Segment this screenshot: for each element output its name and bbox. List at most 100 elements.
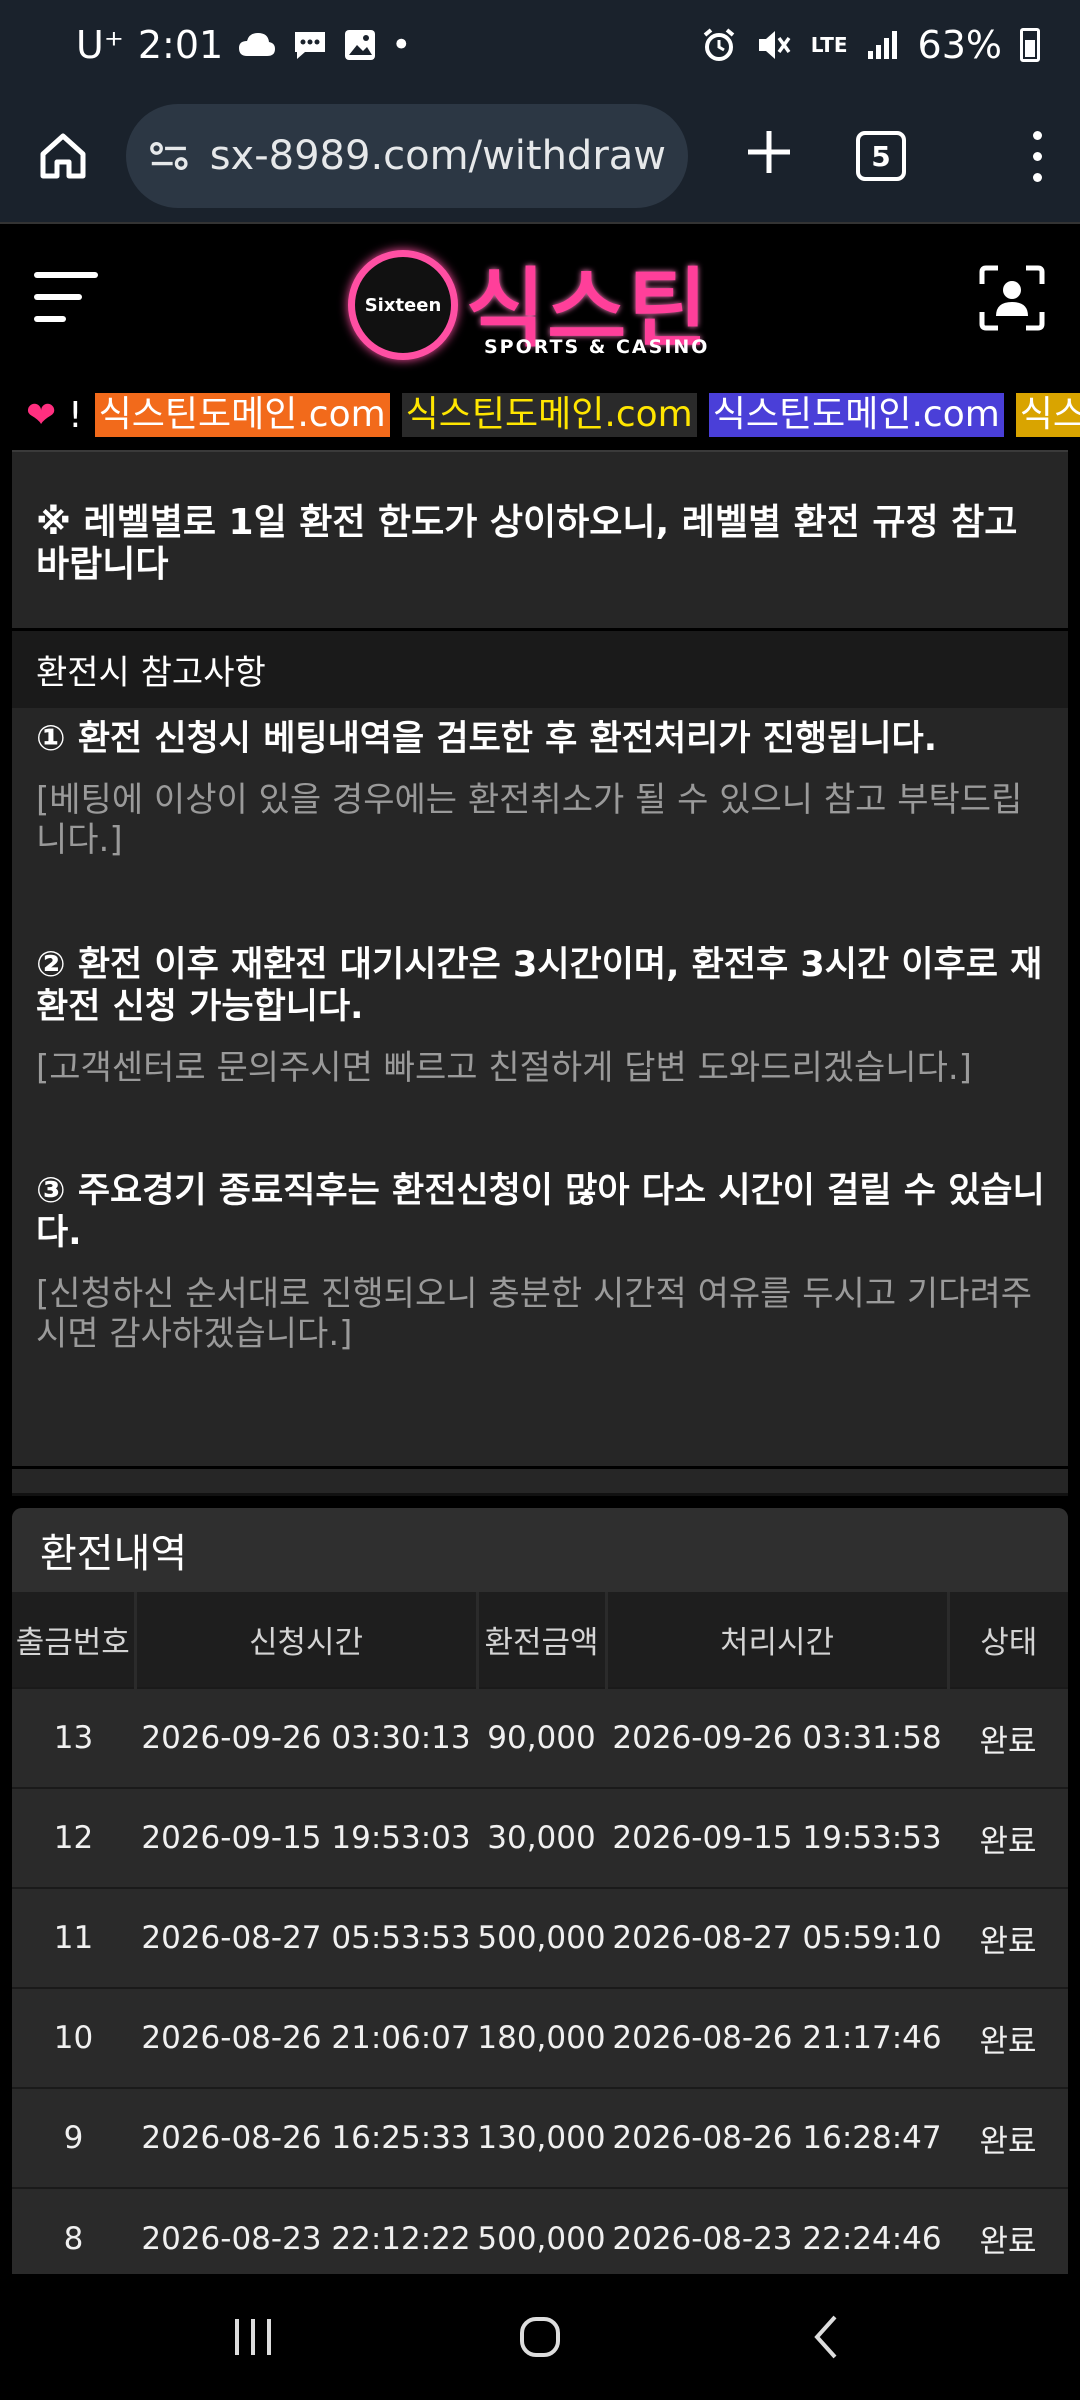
notice-item-title: ① 환전 신청시 베팅내역을 검토한 후 환전처리가 진행됩니다. bbox=[36, 719, 938, 759]
address-bar[interactable]: sx-8989.com/withdraw bbox=[126, 104, 688, 208]
menu-dot bbox=[1033, 151, 1042, 161]
history-title: 환전내역 bbox=[12, 1508, 1068, 1592]
status-bar: U⁺ 2:01 • LTE 63% bbox=[0, 0, 1080, 90]
column-header: 환전금액 bbox=[477, 1592, 608, 1688]
table-row: 11 2026-08-27 05:53:53 500,000 2026-08-2… bbox=[12, 1887, 1068, 1988]
history-table: 출금번호 신청시간 환전금액 처리시간 상태 13 2026-09-26 03:… bbox=[12, 1592, 1068, 2274]
site-settings-icon[interactable] bbox=[148, 136, 190, 176]
divider bbox=[12, 450, 1068, 452]
notice-item: ③ 주요경기 종료직후는 환전신청이 많아 다소 시간이 걸릴 수 있습니다. … bbox=[36, 1170, 1046, 1354]
status-cell: 완료 bbox=[948, 2187, 1068, 2274]
table-row: 10 2026-08-26 21:06:07 180,000 2026-08-2… bbox=[12, 1987, 1068, 2088]
withdraw-number: 9 bbox=[12, 2087, 135, 2188]
divider bbox=[12, 1466, 1068, 1469]
withdraw-amount: 180,000 bbox=[477, 1987, 606, 2088]
cloud-icon bbox=[239, 33, 276, 56]
withdraw-number: 10 bbox=[12, 1987, 135, 2088]
withdraw-amount: 500,000 bbox=[477, 1887, 606, 1988]
battery-icon bbox=[1020, 28, 1040, 62]
status-right: LTE 63% bbox=[701, 23, 1040, 67]
user-scan-icon bbox=[979, 265, 1045, 331]
column-header: 처리시간 bbox=[606, 1592, 950, 1688]
plus-icon bbox=[748, 131, 790, 173]
dot-icon: • bbox=[391, 25, 412, 65]
notice-item-sub: [고객센터로 문의주시면 빠르고 친절하게 답변 도와드리겠습니다.] bbox=[36, 1048, 972, 1088]
withdraw-number: 12 bbox=[12, 1787, 135, 1888]
site-logo[interactable]: Sixteen 식스틴 SPORTS & CASINO bbox=[348, 244, 732, 362]
withdraw-amount: 90,000 bbox=[477, 1687, 606, 1788]
mute-icon bbox=[758, 31, 791, 59]
processed-time: 2026-08-26 21:17:46 bbox=[606, 1987, 948, 2088]
back-chevron-icon bbox=[813, 2315, 837, 2359]
profile-button[interactable] bbox=[978, 264, 1046, 332]
logo-subtitle: SPORTS & CASINO bbox=[484, 336, 710, 358]
notes-section-title: 환전시 참고사항 bbox=[12, 628, 1068, 708]
request-time: 2026-08-26 21:06:07 bbox=[135, 1987, 477, 2088]
notice-item: ① 환전 신청시 베팅내역을 검토한 후 환전처리가 진행됩니다. [베팅에 이… bbox=[36, 718, 1046, 860]
signal-icon bbox=[867, 31, 897, 59]
column-header: 신청시간 bbox=[135, 1592, 479, 1688]
marquee-item[interactable]: 식스틴도메인.com bbox=[708, 393, 1004, 437]
tab-count: 5 bbox=[871, 139, 891, 173]
column-header: 상태 bbox=[948, 1592, 1068, 1688]
hamburger-line bbox=[34, 316, 66, 322]
marquee-item[interactable]: 식스틴도메인.com bbox=[401, 393, 697, 437]
status-cell: 완료 bbox=[948, 1787, 1068, 1888]
table-row: 8 2026-08-23 22:12:22 500,000 2026-08-23… bbox=[12, 2187, 1068, 2274]
processed-time: 2026-08-27 05:59:10 bbox=[606, 1887, 948, 1988]
url-text: sx-8989.com/withdraw bbox=[209, 133, 666, 179]
level-limit-notice: ※ 레벨별로 1일 환전 한도가 상이하오니, 레벨별 환전 규정 참고바랍니다 bbox=[36, 502, 1018, 585]
carrier-label: U⁺ bbox=[76, 23, 124, 67]
home-circle-icon bbox=[519, 2317, 560, 2357]
hamburger-menu-button[interactable] bbox=[34, 272, 98, 338]
battery-percent: 63% bbox=[917, 23, 1002, 67]
marquee-item[interactable]: 식스틴 bbox=[1015, 393, 1080, 437]
withdraw-amount: 500,000 bbox=[477, 2187, 606, 2274]
withdraw-amount: 30,000 bbox=[477, 1787, 606, 1888]
table-row: 12 2026-09-15 19:53:03 30,000 2026-09-15… bbox=[12, 1787, 1068, 1888]
logo-badge-text: Sixteen bbox=[364, 294, 442, 316]
column-header: 출금번호 bbox=[12, 1592, 137, 1688]
status-cell: 완료 bbox=[948, 2087, 1068, 2188]
browser-toolbar: sx-8989.com/withdraw 5 bbox=[0, 90, 1080, 222]
image-icon bbox=[345, 30, 376, 60]
browser-menu-button[interactable] bbox=[1033, 130, 1042, 182]
status-cell: 완료 bbox=[948, 1987, 1068, 2088]
withdraw-number: 13 bbox=[12, 1687, 135, 1788]
request-time: 2026-08-26 16:25:33 bbox=[135, 2087, 477, 2188]
withdraw-history: 환전내역 출금번호 신청시간 환전금액 처리시간 상태 13 2026-09-2… bbox=[12, 1508, 1068, 2274]
home-icon bbox=[40, 133, 86, 179]
table-row: 9 2026-08-26 16:25:33 130,000 2026-08-26… bbox=[12, 2087, 1068, 2188]
recent-apps-icon bbox=[235, 2319, 272, 2355]
logo-badge: Sixteen bbox=[348, 250, 458, 360]
lte-label: LTE bbox=[810, 33, 848, 57]
hamburger-line bbox=[34, 272, 98, 278]
site-header: Sixteen 식스틴 SPORTS & CASINO bbox=[0, 222, 1080, 380]
tab-switcher-button[interactable]: 5 bbox=[856, 131, 906, 181]
clock: 2:01 bbox=[137, 23, 224, 67]
notice-item: ② 환전 이후 재환전 대기시간은 3시간이며, 환전후 3시간 이후로 재환전… bbox=[36, 944, 1046, 1088]
system-nav-bar bbox=[0, 2274, 1080, 2400]
table-row: 13 2026-09-26 03:30:13 90,000 2026-09-26… bbox=[12, 1687, 1068, 1788]
home-button[interactable] bbox=[28, 121, 98, 191]
request-time: 2026-08-27 05:53:53 bbox=[135, 1887, 477, 1988]
new-tab-button[interactable] bbox=[734, 119, 804, 193]
notice-item-sub: [베팅에 이상이 있을 경우에는 환전취소가 될 수 있으니 참고 부탁드립니다… bbox=[36, 780, 1023, 860]
withdraw-number: 8 bbox=[12, 2187, 135, 2274]
notice-item-title: ③ 주요경기 종료직후는 환전신청이 많아 다소 시간이 걸릴 수 있습니다. bbox=[36, 1171, 1045, 1253]
processed-time: 2026-08-23 22:24:46 bbox=[606, 2187, 948, 2274]
notice-item-title: ② 환전 이후 재환전 대기시간은 3시간이며, 환전후 3시간 이후로 재환전… bbox=[36, 945, 1043, 1027]
withdraw-amount: 130,000 bbox=[477, 2087, 606, 2188]
processed-time: 2026-08-26 16:28:47 bbox=[606, 2087, 948, 2188]
home-nav-button[interactable] bbox=[500, 2297, 580, 2377]
withdraw-number: 11 bbox=[12, 1887, 135, 1988]
back-button[interactable] bbox=[787, 2297, 867, 2377]
recent-apps-button[interactable] bbox=[213, 2297, 293, 2377]
menu-dot bbox=[1033, 172, 1042, 182]
marquee-prefix: ! bbox=[68, 394, 83, 436]
heart-icon: ❤ bbox=[26, 394, 57, 436]
processed-time: 2026-09-26 03:31:58 bbox=[606, 1687, 948, 1788]
marquee-item[interactable]: 식스틴도메인.com bbox=[94, 393, 390, 437]
request-time: 2026-09-26 03:30:13 bbox=[135, 1687, 477, 1788]
request-time: 2026-08-23 22:12:22 bbox=[135, 2187, 477, 2274]
